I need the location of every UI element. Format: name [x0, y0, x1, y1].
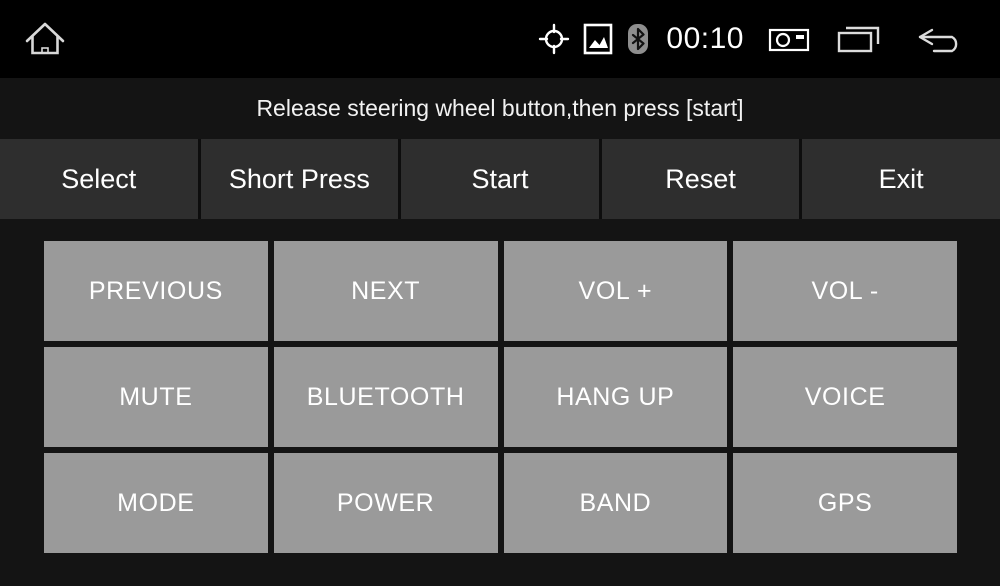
bluetooth-icon [620, 22, 656, 56]
toolbar-button-start[interactable]: Start [401, 139, 599, 219]
status-bar: 00:10 [0, 0, 1000, 78]
key-mode[interactable]: MODE [44, 453, 268, 553]
key-next[interactable]: NEXT [273, 241, 498, 341]
key-voice[interactable]: VOICE [733, 347, 957, 447]
key-gps[interactable]: GPS [733, 453, 957, 553]
key-power[interactable]: POWER [273, 453, 498, 553]
instruction-text: Release steering wheel button,then press… [0, 78, 1000, 138]
gps-icon [532, 23, 576, 55]
recents-icon[interactable] [820, 22, 900, 56]
status-bar-clock: 00:10 [666, 22, 744, 55]
key-bluetooth[interactable]: BLUETOOTH [273, 347, 498, 447]
key-hang-up[interactable]: HANG UP [503, 347, 728, 447]
key-vol-down[interactable]: VOL - [733, 241, 957, 341]
toolbar-button-short-press[interactable]: Short Press [200, 139, 399, 219]
toolbar-button-select[interactable]: Select [0, 139, 198, 219]
function-key-grid: PREVIOUS NEXT VOL + VOL - MUTE BLUETOOTH… [44, 241, 957, 553]
key-vol-up[interactable]: VOL + [503, 241, 728, 341]
key-previous[interactable]: PREVIOUS [44, 241, 268, 341]
action-toolbar: Select Short Press Start Reset Exit [0, 139, 1000, 219]
key-mute[interactable]: MUTE [44, 347, 268, 447]
home-icon[interactable] [0, 0, 90, 78]
image-icon [576, 22, 620, 56]
key-band[interactable]: BAND [503, 453, 728, 553]
back-icon[interactable] [900, 22, 982, 56]
toolbar-button-reset[interactable]: Reset [601, 139, 800, 219]
status-bar-icon-group: 00:10 [532, 0, 1000, 78]
camera-icon[interactable] [758, 24, 820, 54]
toolbar-button-exit[interactable]: Exit [802, 139, 1000, 219]
steering-wheel-key-learning-screen: 00:10 Release steering wheel button,then… [0, 0, 1000, 586]
